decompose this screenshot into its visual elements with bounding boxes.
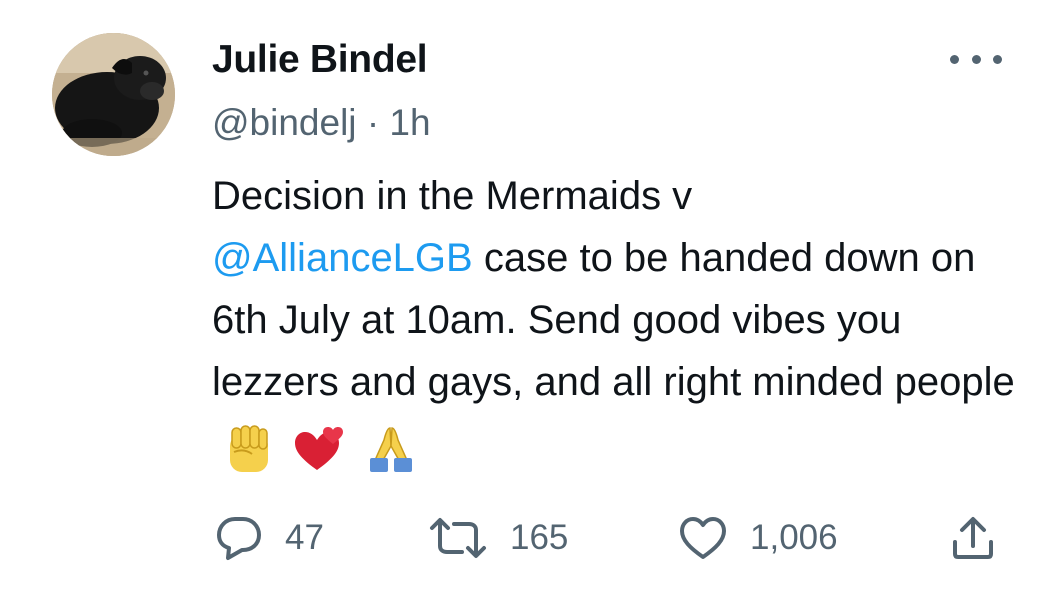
tweet-card[interactable]: Julie Bindel @bindelj · 1h Decision in t… (0, 0, 1056, 600)
like-count: 1,006 (750, 518, 838, 557)
more-options-button[interactable] (950, 48, 1002, 70)
tweet-text-part1: Decision in the Mermaids v (212, 174, 693, 218)
author-name[interactable]: Julie Bindel (212, 38, 428, 82)
reply-button[interactable]: 47 (215, 512, 324, 564)
meta-separator: · (366, 102, 380, 143)
ellipsis-icon (993, 54, 1002, 64)
share-button[interactable] (950, 512, 996, 564)
mention-link[interactable]: @AllianceLGB (212, 236, 473, 280)
action-bar: 47 165 1,006 (215, 512, 1005, 564)
retweet-count: 165 (510, 518, 569, 557)
author-meta: @bindelj · 1h (212, 102, 431, 144)
tweet-timestamp[interactable]: 1h (389, 102, 430, 143)
like-button[interactable]: 1,006 (678, 512, 838, 564)
retweet-button[interactable]: 165 (428, 512, 568, 564)
dog-photo-icon (52, 33, 175, 156)
ellipsis-icon (971, 54, 981, 64)
raised-fist-icon (230, 425, 268, 472)
reply-count: 47 (285, 518, 324, 557)
emoji-group (222, 415, 424, 477)
author-handle[interactable]: @bindelj (212, 102, 357, 143)
speech-bubble-icon (215, 515, 263, 561)
share-upload-icon (950, 514, 996, 562)
ellipsis-icon (950, 54, 959, 64)
heart-outline-icon (678, 515, 728, 561)
retweet-arrows-icon (428, 516, 488, 560)
avatar[interactable] (52, 33, 175, 156)
folded-hands-icon (370, 427, 413, 472)
two-hearts-icon (295, 426, 344, 470)
tweet-text: Decision in the Mermaids v @AllianceLGB … (212, 165, 1032, 477)
